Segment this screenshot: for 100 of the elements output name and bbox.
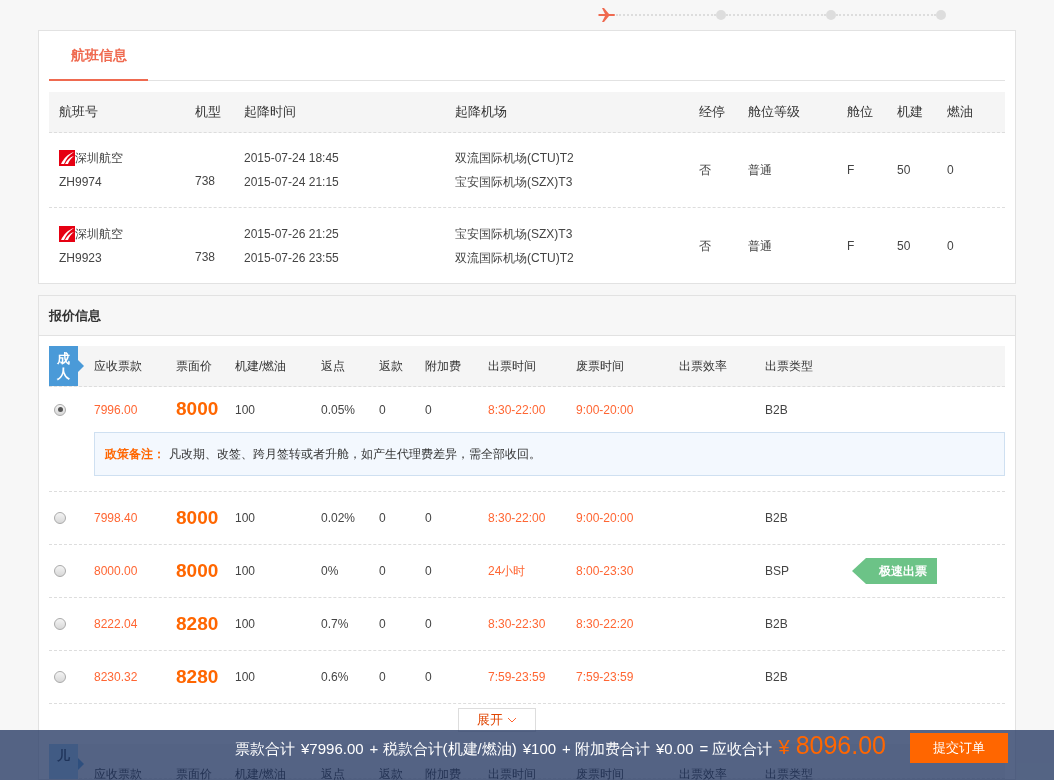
- radio-button[interactable]: [54, 512, 66, 524]
- summary-label: 票款合计: [235, 741, 296, 756]
- radio-button[interactable]: [54, 403, 66, 416]
- summary-label: = 应收合计: [699, 741, 773, 756]
- column-header: 出票时间: [488, 359, 536, 373]
- airport-name: 宝安国际机场(SZX)T3: [455, 225, 574, 243]
- receivable-price: 8222.04: [94, 617, 138, 631]
- radio-button[interactable]: [54, 671, 66, 683]
- column-header: 机型: [195, 104, 221, 120]
- surcharge-cell: 0: [425, 402, 432, 417]
- issue-time: 7:59-23:59: [488, 670, 546, 684]
- ticket-type: B2B: [765, 402, 788, 417]
- fuel-cell: 0: [947, 238, 954, 253]
- void-time: 9:00-20:00: [576, 402, 634, 417]
- column-header: 附加费: [425, 359, 461, 373]
- stopover-cell: 否: [699, 163, 711, 177]
- tax-cell: 100: [235, 670, 256, 684]
- aircraft-type: 738: [195, 249, 216, 264]
- radio-button[interactable]: [54, 618, 66, 630]
- airport-name: 宝安国际机场(SZX)T3: [455, 174, 574, 191]
- summary-amount: ¥0.00: [656, 741, 694, 756]
- issue-time: 24小时: [488, 564, 526, 578]
- column-header: 燃油: [947, 104, 973, 120]
- submit-order-button[interactable]: 提交订单: [910, 733, 1008, 763]
- cabin-cell: F: [847, 163, 855, 177]
- flight-info-tab[interactable]: 航班信息: [49, 31, 148, 81]
- airline-logo-icon: [59, 150, 75, 166]
- flight-time: 2015-07-26 23:55: [244, 249, 340, 267]
- badge-pointer-icon: [78, 360, 84, 372]
- airline-name: 深圳航空: [75, 225, 123, 243]
- refund-cell: 0: [379, 511, 386, 525]
- column-header: 经停: [699, 104, 725, 120]
- surcharge-cell: 0: [425, 511, 432, 525]
- column-header: 票面价: [176, 359, 212, 373]
- surcharge-cell: 0: [425, 564, 432, 578]
- cabin-cell: F: [847, 238, 855, 253]
- issue-time: 8:30-22:30: [488, 617, 546, 631]
- ticket-type: B2B: [765, 511, 788, 525]
- refund-cell: 0: [379, 402, 386, 417]
- column-header: 返款: [379, 359, 403, 373]
- airport-name: 双流国际机场(CTU)T2: [455, 150, 575, 167]
- airline-name: 深圳航空: [75, 150, 123, 167]
- surcharge-cell: 0: [425, 670, 432, 684]
- summary-amount: ¥100: [522, 741, 557, 756]
- tax-cell: 100: [235, 564, 256, 578]
- section-title: 报价信息: [49, 306, 101, 325]
- column-header: 起降时间: [244, 104, 296, 120]
- chevron-down-icon: [507, 716, 517, 724]
- ticket-type: B2B: [765, 670, 788, 684]
- face-price: 8000: [176, 506, 219, 528]
- face-price: 8280: [176, 665, 219, 687]
- face-price: 8000: [176, 398, 219, 420]
- summary-label: + 税款合计(机建/燃油): [369, 741, 517, 756]
- flight-time: 2015-07-24 18:45: [244, 150, 340, 167]
- ticket-type: BSP: [765, 564, 789, 578]
- face-price: 8000: [176, 559, 219, 581]
- fuel-cell: 0: [947, 163, 954, 177]
- column-header: 出票类型: [765, 359, 813, 373]
- column-header: 返点: [321, 359, 345, 373]
- column-header: 机建: [897, 104, 923, 120]
- flight-time: 2015-07-26 21:25: [244, 225, 340, 243]
- receivable-price: 7998.40: [94, 511, 138, 525]
- tax-cell: 100: [235, 402, 256, 417]
- airport-fee-cell: 50: [897, 238, 911, 253]
- surcharge-cell: 0: [425, 617, 432, 631]
- rebate-cell: 0.6%: [321, 670, 349, 684]
- cabin-class-cell: 普通: [748, 163, 772, 177]
- airport-fee-cell: 50: [897, 163, 911, 177]
- rebate-cell: 0.05%: [321, 402, 356, 417]
- void-time: 9:00-20:00: [576, 511, 634, 525]
- rebate-cell: 0.7%: [321, 617, 349, 631]
- flight-number: ZH9974: [59, 174, 103, 191]
- fast-ticket-tag: 极速出票: [852, 558, 937, 584]
- void-time: 8:30-22:20: [576, 617, 634, 631]
- total-amount: 8096.00: [795, 733, 886, 758]
- airline-logo-icon: [59, 225, 75, 242]
- tax-cell: 100: [235, 617, 256, 631]
- tax-cell: 100: [235, 511, 256, 525]
- radio-button[interactable]: [54, 565, 66, 577]
- void-time: 8:00-23:30: [576, 564, 634, 578]
- rebate-cell: 0.02%: [321, 511, 356, 525]
- receivable-price: 8230.32: [94, 670, 138, 684]
- face-price: 8280: [176, 612, 219, 634]
- column-header: 舱位等级: [748, 104, 800, 120]
- column-header: 应收票款: [94, 359, 142, 373]
- flight-number: ZH9923: [59, 249, 103, 267]
- column-header: 机建/燃油: [235, 359, 287, 373]
- ticket-type: B2B: [765, 617, 788, 631]
- void-time: 7:59-23:59: [576, 670, 634, 684]
- currency-sign: ¥: [778, 737, 790, 757]
- receivable-price: 7996.00: [94, 402, 138, 417]
- column-header: 出票效率: [679, 359, 727, 373]
- stopover-cell: 否: [699, 238, 711, 253]
- column-header: 废票时间: [576, 359, 624, 373]
- airport-name: 双流国际机场(CTU)T2: [455, 249, 575, 267]
- summary-amount: ¥7996.00: [301, 741, 364, 756]
- column-header: 起降机场: [455, 104, 507, 120]
- refund-cell: 0: [379, 670, 386, 684]
- policy-note: 政策备注： 凡改期、改签、跨月签转或者升舱，如产生代理费差异，需全部收回。: [94, 432, 1005, 476]
- issue-time: 8:30-22:00: [488, 402, 546, 417]
